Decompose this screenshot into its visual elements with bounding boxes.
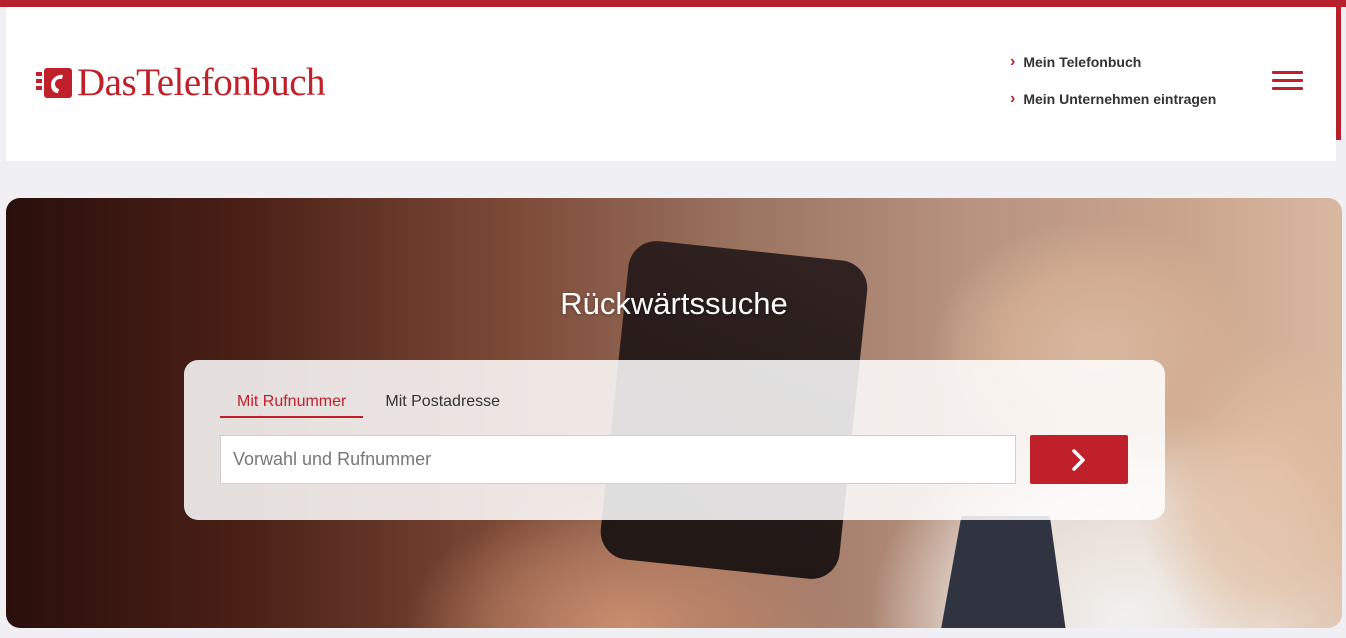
logo-text: DasTelefonbuch xyxy=(77,61,326,104)
telephone-book-logo-icon xyxy=(36,68,72,98)
top-accent-bar xyxy=(0,0,1346,7)
search-card: Mit Rufnummer Mit Postadresse xyxy=(184,360,1165,520)
tab-mit-rufnummer[interactable]: Mit Rufnummer xyxy=(220,392,364,418)
search-tabs: Mit Rufnummer Mit Postadresse xyxy=(220,392,517,418)
hero-tie-image xyxy=(938,516,1068,628)
search-button[interactable] xyxy=(1030,435,1128,484)
tab-mit-postadresse[interactable]: Mit Postadresse xyxy=(363,392,517,416)
link-mein-unternehmen-eintragen[interactable]: › Mein Unternehmen eintragen xyxy=(1010,88,1216,110)
logo[interactable]: DasTelefonbuch xyxy=(36,61,326,104)
chevron-right-icon xyxy=(1072,448,1085,471)
link-label: Mein Telefonbuch xyxy=(1023,54,1142,70)
right-accent-bar xyxy=(1336,0,1341,140)
hero-banner: Rückwärtssuche Mit Rufnummer Mit Postadr… xyxy=(6,198,1342,628)
site-header: DasTelefonbuch › Mein Telefonbuch › Mein… xyxy=(6,7,1336,161)
header-links: › Mein Telefonbuch › Mein Unternehmen ei… xyxy=(1010,51,1216,125)
hamburger-menu-icon[interactable] xyxy=(1272,71,1304,93)
chevron-right-icon: › xyxy=(1010,53,1016,70)
page-title: Rückwärtssuche xyxy=(560,286,788,321)
chevron-right-icon: › xyxy=(1010,90,1016,107)
phone-number-input[interactable] xyxy=(220,435,1016,484)
link-label: Mein Unternehmen eintragen xyxy=(1023,91,1217,107)
link-mein-telefonbuch[interactable]: › Mein Telefonbuch xyxy=(1010,51,1216,73)
